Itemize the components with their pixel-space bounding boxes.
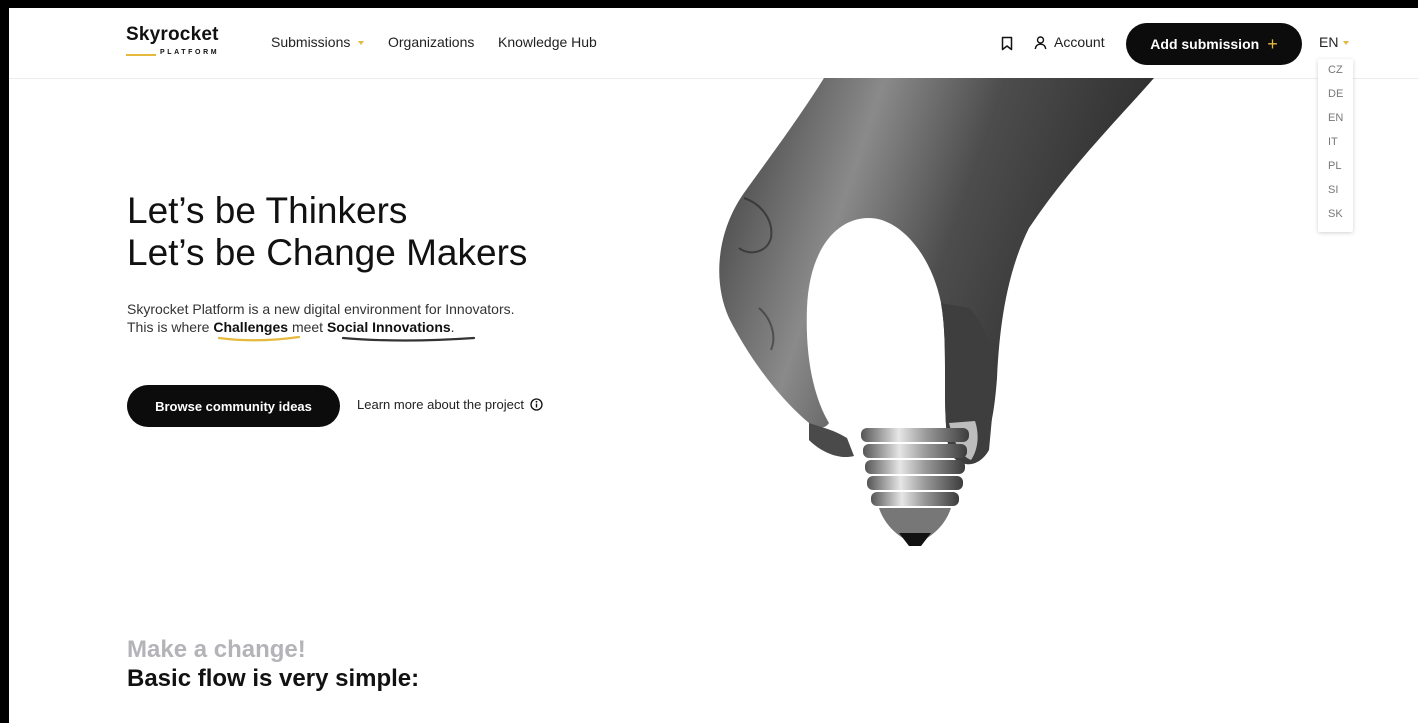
- section-subtitle: Make a change!: [127, 636, 306, 663]
- nav-knowledge-hub[interactable]: Knowledge Hub: [498, 34, 597, 50]
- hand-lightbulb-image: [719, 78, 1154, 546]
- chevron-down-icon: [358, 41, 365, 46]
- bulb-base: [861, 428, 969, 546]
- info-icon: [530, 398, 543, 411]
- learn-more-link[interactable]: Learn more about the project: [357, 397, 543, 412]
- language-option-cz[interactable]: CZ: [1328, 64, 1343, 76]
- site-header: Skyrocket PLATFORM Submissions Organizat…: [9, 8, 1418, 79]
- account-label: Account: [1054, 34, 1105, 50]
- highlight-challenges: Challenges: [213, 319, 289, 335]
- section-title: Basic flow is very simple:: [127, 665, 420, 692]
- hero-title-line-2: Let’s be Change Makers: [127, 232, 528, 273]
- skyrocket-logo[interactable]: Skyrocket PLATFORM: [126, 24, 228, 58]
- browse-community-ideas-button[interactable]: Browse community ideas: [127, 385, 340, 427]
- language-dropdown: CZ DE EN IT PL SI SK: [1318, 59, 1353, 232]
- hero-text-mid: meet: [288, 319, 327, 335]
- hero-title: Let’s be Thinkers Let’s be Change Makers: [127, 190, 527, 274]
- hero-text-end: .: [450, 319, 455, 335]
- nav-submissions[interactable]: Submissions: [271, 34, 365, 50]
- logo-subtitle: PLATFORM: [160, 49, 220, 56]
- language-option-si[interactable]: SI: [1328, 184, 1338, 196]
- language-current: EN: [1319, 34, 1339, 50]
- user-icon: [1034, 36, 1047, 50]
- logo-subline: PLATFORM: [126, 49, 228, 61]
- bookmark-icon[interactable]: [1001, 36, 1013, 51]
- language-selector[interactable]: EN: [1319, 34, 1350, 50]
- nav-submissions-label: Submissions: [271, 34, 351, 50]
- language-option-sk[interactable]: SK: [1328, 208, 1343, 220]
- learn-more-label: Learn more about the project: [357, 397, 524, 412]
- hero-description-line-1: Skyrocket Platform is a new digital envi…: [127, 301, 515, 317]
- nav-organizations[interactable]: Organizations: [388, 34, 474, 50]
- language-option-en[interactable]: EN: [1328, 112, 1343, 124]
- plus-icon: +: [1267, 34, 1278, 54]
- chevron-down-icon: [1343, 41, 1350, 46]
- logo-accent-line: [126, 54, 156, 56]
- browser-viewport: Skyrocket PLATFORM Submissions Organizat…: [9, 8, 1418, 723]
- language-option-pl[interactable]: PL: [1328, 160, 1341, 172]
- hero-title-line-1: Let’s be Thinkers: [127, 190, 408, 231]
- add-submission-label: Add submission: [1150, 36, 1260, 52]
- hero-text-prefix: This is where: [127, 319, 214, 335]
- underline-swoosh-yellow: [217, 335, 301, 342]
- underline-swoosh-dark: [341, 336, 476, 342]
- highlight-social-innovations: Social Innovations: [326, 319, 451, 335]
- hero-description: Skyrocket Platform is a new digital envi…: [127, 300, 515, 336]
- logo-wordmark: Skyrocket: [126, 24, 219, 45]
- add-submission-button[interactable]: Add submission +: [1126, 23, 1302, 65]
- language-option-it[interactable]: IT: [1328, 136, 1338, 148]
- language-option-de[interactable]: DE: [1328, 88, 1343, 100]
